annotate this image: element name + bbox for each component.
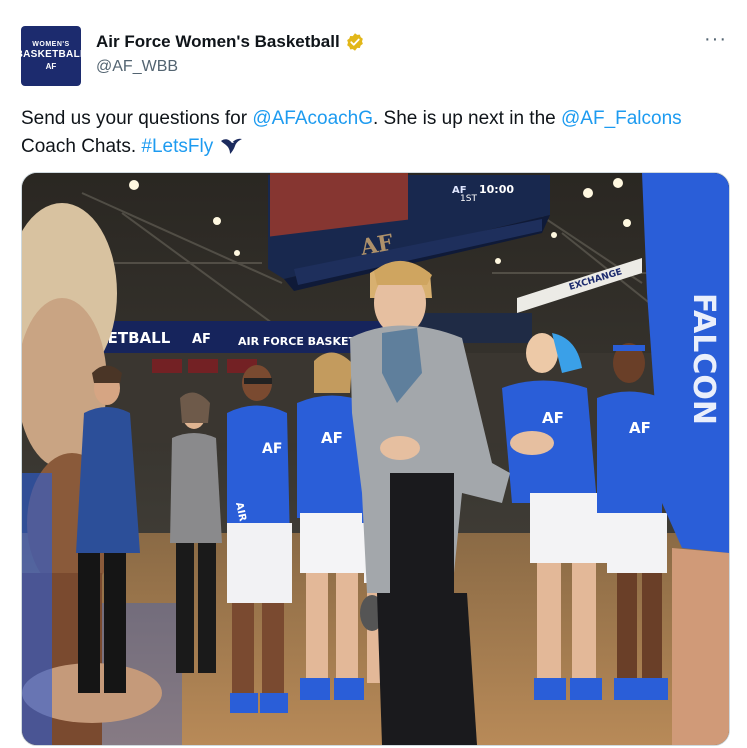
account-display-name[interactable]: Air Force Women's Basketball bbox=[96, 32, 365, 52]
sleeve-text: FALCON bbox=[686, 293, 721, 425]
banner-logo: AF bbox=[192, 332, 211, 347]
falcon-emoji-icon bbox=[220, 138, 242, 154]
account-handle[interactable]: @AF_WBB bbox=[96, 58, 178, 76]
tweet-text-part2: . She is up next in the bbox=[372, 108, 561, 129]
avatar-line1: WOMEN'S bbox=[32, 41, 70, 48]
team-huddle-photo: AF 1ST 10:00 AF EXCHANGE KETBALL AF AIR … bbox=[22, 173, 729, 745]
jersey-logo-3: AF bbox=[542, 409, 564, 427]
jersey-logo-4: AF bbox=[629, 419, 651, 437]
avatar-line2: BASKETBALL bbox=[21, 49, 81, 60]
jersey-logo-1: AF bbox=[262, 441, 282, 457]
account-avatar[interactable]: WOMEN'S BASKETBALL AF bbox=[21, 26, 81, 86]
mention-af-falcons-link[interactable]: @AF_Falcons bbox=[561, 108, 682, 129]
stand-signs bbox=[152, 359, 257, 373]
verified-badge-icon bbox=[346, 33, 363, 51]
mention-afacoachg-link[interactable]: @AFAcoachG bbox=[252, 108, 373, 129]
tweet-photo[interactable]: AF 1ST 10:00 AF EXCHANGE KETBALL AF AIR … bbox=[21, 172, 730, 746]
hashtag-letsfly-link[interactable]: #LetsFly bbox=[141, 136, 213, 157]
display-name-text: Air Force Women's Basketball bbox=[96, 32, 340, 51]
scoreboard-period: 1ST bbox=[460, 194, 477, 204]
tweet-text-part1: Send us your questions for bbox=[21, 108, 253, 129]
avatar-line3: AF bbox=[45, 62, 57, 71]
tweet-text: Send us your questions for @AFAcoachG. S… bbox=[21, 105, 721, 161]
more-icon[interactable]: ··· bbox=[704, 29, 727, 49]
jersey-logo-2: AF bbox=[321, 429, 343, 447]
scoreboard-time: 10:00 bbox=[479, 183, 514, 196]
tweet-text-part3: Coach Chats. bbox=[21, 136, 142, 157]
